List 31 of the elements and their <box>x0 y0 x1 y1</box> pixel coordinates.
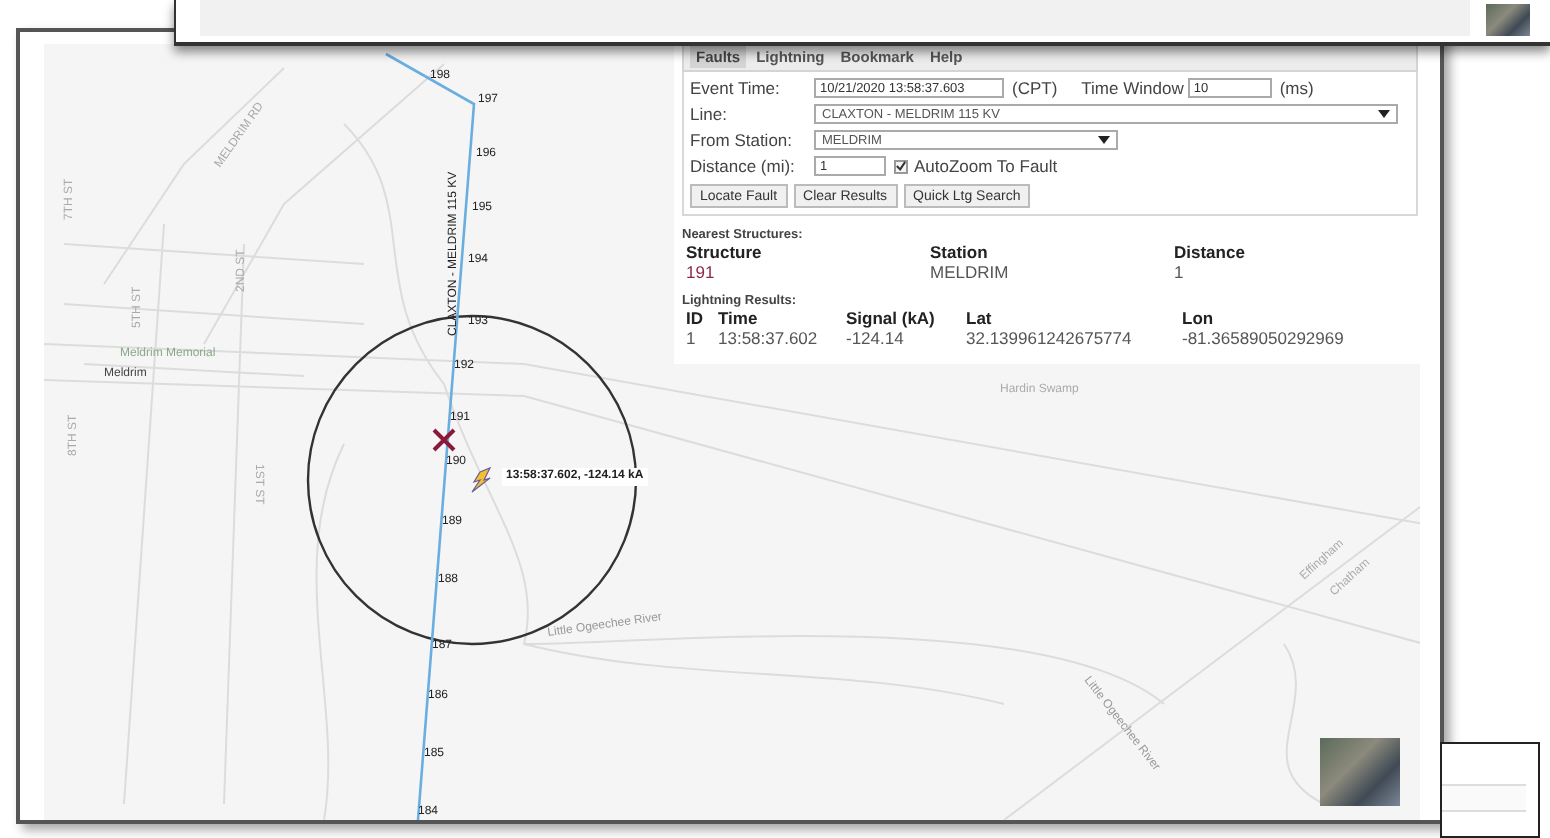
column-header: Distance <box>1174 242 1247 262</box>
table-cell-text: 32.139961242675774 <box>966 328 1134 348</box>
table-cell-text: MELDRIM <box>930 262 1011 282</box>
field-label: Line: <box>690 104 729 124</box>
lightning-icon <box>471 466 492 493</box>
column-header: Lon <box>1182 308 1216 328</box>
structure-link[interactable]: 191 <box>686 262 926 282</box>
table-cell-text: -81.36589050292969 <box>1182 328 1346 348</box>
column-header: ID <box>686 308 705 328</box>
column-header: Time <box>718 308 760 328</box>
field-label: Time Window <box>1081 78 1184 98</box>
table-cell-text: 13:58:37.602 <box>718 328 820 348</box>
column-header: Lat <box>966 308 994 328</box>
satellite-thumbnail[interactable] <box>1486 4 1530 36</box>
field-label: Event Time: <box>690 78 782 98</box>
column-header: Station <box>930 242 990 262</box>
column-header: Signal (kA) <box>846 308 937 328</box>
column-header: Structure <box>686 242 764 262</box>
field-label: Distance (mi): <box>690 156 797 176</box>
field-label: (ms) <box>1279 78 1314 98</box>
field-label: AutoZoom To Fault <box>914 156 1058 176</box>
field-label: (CPT) <box>1012 78 1058 98</box>
caret-icon <box>1378 110 1390 118</box>
field-label: From Station: <box>690 130 795 150</box>
caret-icon <box>1098 136 1110 144</box>
checkbox[interactable] <box>894 159 908 173</box>
table-cell-text: 1 <box>686 328 698 348</box>
table-cell-text: -124.14 <box>846 328 906 348</box>
fault-location-icon <box>432 428 456 452</box>
table-cell-text: 1 <box>1174 262 1186 282</box>
satellite-thumbnail[interactable] <box>1320 738 1400 806</box>
